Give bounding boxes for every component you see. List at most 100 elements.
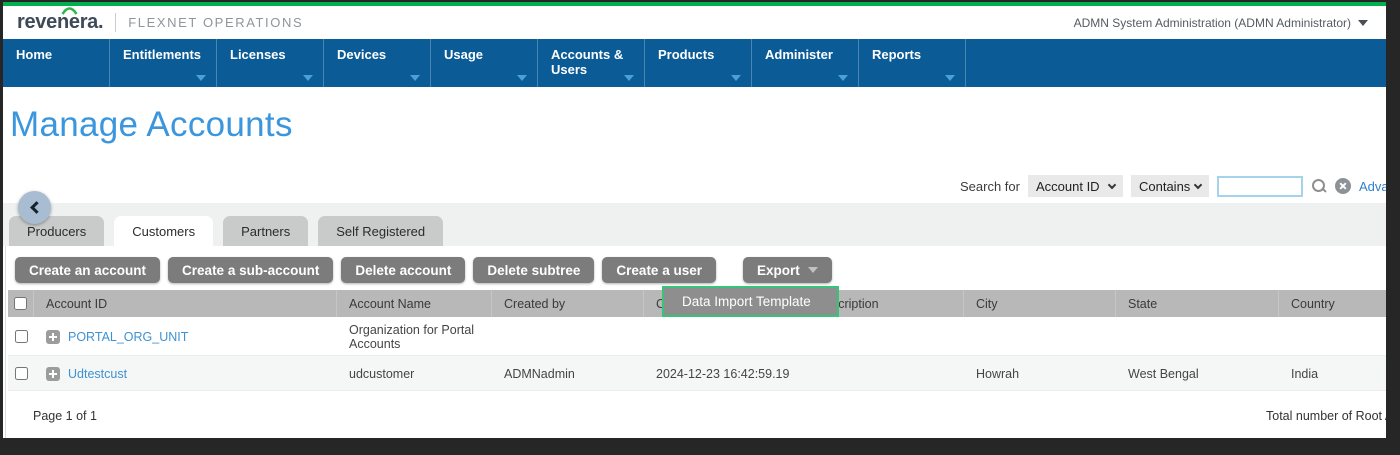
- nav-item-label: Products: [658, 47, 714, 62]
- created-on-cell: 2024-12-23 16:42:59.19: [644, 356, 804, 390]
- table-row: PORTAL_ORG_UNIT Organization for Portal …: [8, 317, 1386, 356]
- chevron-down-icon: [1108, 180, 1116, 188]
- tab-label: Partners: [241, 224, 290, 239]
- delete-account-button[interactable]: Delete account: [341, 257, 465, 283]
- page-title: Manage Accounts: [10, 105, 293, 145]
- app-window: revenera. FLEXNET OPERATIONS ADMN System…: [3, 2, 1386, 438]
- column-header-state[interactable]: State: [1116, 290, 1279, 317]
- chevron-down-icon: [303, 75, 313, 81]
- search-operator-select[interactable]: Contains: [1131, 175, 1209, 197]
- expand-icon[interactable]: [46, 367, 60, 381]
- city-cell: Howrah: [964, 356, 1116, 390]
- logo-leaf-icon: [61, 7, 78, 15]
- main-nav: Home Entitlements Licenses Devices Usage…: [3, 39, 1386, 87]
- search-bar: Search for Account ID Contains Advanced: [960, 173, 1386, 199]
- tab-producers[interactable]: Producers: [9, 216, 104, 246]
- city-cell: [964, 317, 1116, 355]
- nav-item-administer[interactable]: Administer: [752, 39, 859, 87]
- user-menu[interactable]: ADMN System Administration (ADMN Adminis…: [1074, 16, 1368, 30]
- select-all-cell: [8, 290, 34, 317]
- chevron-down-icon: [410, 75, 420, 81]
- chevron-down-icon: [517, 75, 527, 81]
- advanced-search-link[interactable]: Advanced: [1359, 179, 1386, 194]
- chevron-down-icon: [196, 75, 206, 81]
- description-cell: [804, 356, 964, 390]
- column-header-country[interactable]: Country: [1279, 290, 1386, 317]
- chevron-down-icon: [731, 75, 741, 81]
- description-cell: [804, 317, 964, 355]
- user-menu-label: ADMN System Administration (ADMN Adminis…: [1074, 16, 1351, 30]
- search-operator-selected-value: Contains: [1139, 179, 1190, 194]
- expand-icon[interactable]: [46, 330, 60, 344]
- search-field-selected-value: Account ID: [1036, 179, 1100, 194]
- revenera-logo: revenera.: [17, 11, 103, 34]
- nav-item-label: Reports: [872, 47, 921, 62]
- country-cell: India: [1279, 356, 1386, 390]
- account-name-cell: udcustomer: [337, 356, 492, 390]
- state-cell: West Bengal: [1116, 356, 1279, 390]
- export-menu: Data Import Template: [662, 286, 839, 317]
- tab-customers[interactable]: Customers: [114, 216, 213, 246]
- row-checkbox[interactable]: [15, 330, 28, 343]
- chevron-down-icon: [808, 267, 818, 273]
- total-root-accounts-label: Total number of Root Accounts: [1266, 409, 1386, 423]
- nav-item-label: Entitlements: [123, 47, 201, 62]
- nav-item-licenses[interactable]: Licenses: [217, 39, 324, 87]
- export-menu-item-data-import-template[interactable]: Data Import Template: [662, 286, 839, 317]
- nav-item-label: Administer: [765, 47, 833, 62]
- export-button[interactable]: Export: [743, 257, 832, 283]
- created-on-cell: [644, 317, 804, 355]
- tab-label: Self Registered: [336, 224, 425, 239]
- create-sub-account-button[interactable]: Create a sub-account: [168, 257, 333, 283]
- account-name-cell: Organization for Portal Accounts: [337, 317, 492, 355]
- nav-item-label: Usage: [444, 47, 483, 62]
- app-header: revenera. FLEXNET OPERATIONS ADMN System…: [3, 6, 1386, 39]
- collapse-panel-button[interactable]: [18, 191, 51, 224]
- nav-item-label: Devices: [337, 47, 386, 62]
- select-all-checkbox[interactable]: [14, 297, 27, 310]
- tab-partners[interactable]: Partners: [223, 216, 308, 246]
- search-icon[interactable]: [1311, 178, 1327, 194]
- clear-search-icon[interactable]: [1335, 178, 1351, 194]
- nav-item-label: Home: [16, 47, 52, 62]
- account-link[interactable]: PORTAL_ORG_UNIT: [68, 330, 188, 344]
- nav-item-label: Accounts & Users: [551, 47, 623, 77]
- toolbar: Create an account Create a sub-account D…: [15, 257, 832, 283]
- nav-item-devices[interactable]: Devices: [324, 39, 431, 87]
- export-button-label: Export: [757, 263, 800, 278]
- row-checkbox[interactable]: [15, 367, 28, 380]
- nav-item-products[interactable]: Products: [645, 39, 752, 87]
- account-id-cell: PORTAL_ORG_UNIT: [34, 317, 337, 355]
- search-input[interactable]: [1217, 176, 1303, 197]
- chevron-down-icon: [1194, 180, 1202, 188]
- column-header-created-by[interactable]: Created by: [492, 290, 644, 317]
- row-checkbox-cell: [8, 356, 34, 390]
- nav-item-label: Licenses: [230, 47, 286, 62]
- nav-item-home[interactable]: Home: [3, 39, 110, 87]
- row-checkbox-cell: [8, 317, 34, 355]
- tab-self-registered[interactable]: Self Registered: [318, 216, 443, 246]
- column-header-city[interactable]: City: [964, 290, 1116, 317]
- chevron-down-icon: [945, 75, 955, 81]
- country-cell: [1279, 317, 1386, 355]
- tab-label: Customers: [132, 224, 195, 239]
- create-user-button[interactable]: Create a user: [602, 257, 716, 283]
- delete-subtree-button[interactable]: Delete subtree: [473, 257, 594, 283]
- create-account-button[interactable]: Create an account: [15, 257, 160, 283]
- state-cell: [1116, 317, 1279, 355]
- nav-item-accounts-users[interactable]: Accounts & Users: [538, 39, 645, 87]
- nav-item-reports[interactable]: Reports: [859, 39, 966, 87]
- account-link[interactable]: Udtestcust: [68, 367, 127, 381]
- search-field-select[interactable]: Account ID: [1028, 175, 1123, 197]
- tab-label: Producers: [27, 224, 86, 239]
- header-divider: [115, 13, 116, 32]
- column-header-account-name[interactable]: Account Name: [337, 290, 492, 317]
- chevron-down-icon: [1358, 20, 1368, 26]
- nav-item-entitlements[interactable]: Entitlements: [110, 39, 217, 87]
- column-header-account-id[interactable]: Account ID: [34, 290, 337, 317]
- chevron-left-icon: [30, 201, 43, 214]
- nav-item-usage[interactable]: Usage: [431, 39, 538, 87]
- created-by-cell: [492, 317, 644, 355]
- account-type-tabs: Producers Customers Partners Self Regist…: [9, 216, 443, 246]
- chevron-down-icon: [838, 75, 848, 81]
